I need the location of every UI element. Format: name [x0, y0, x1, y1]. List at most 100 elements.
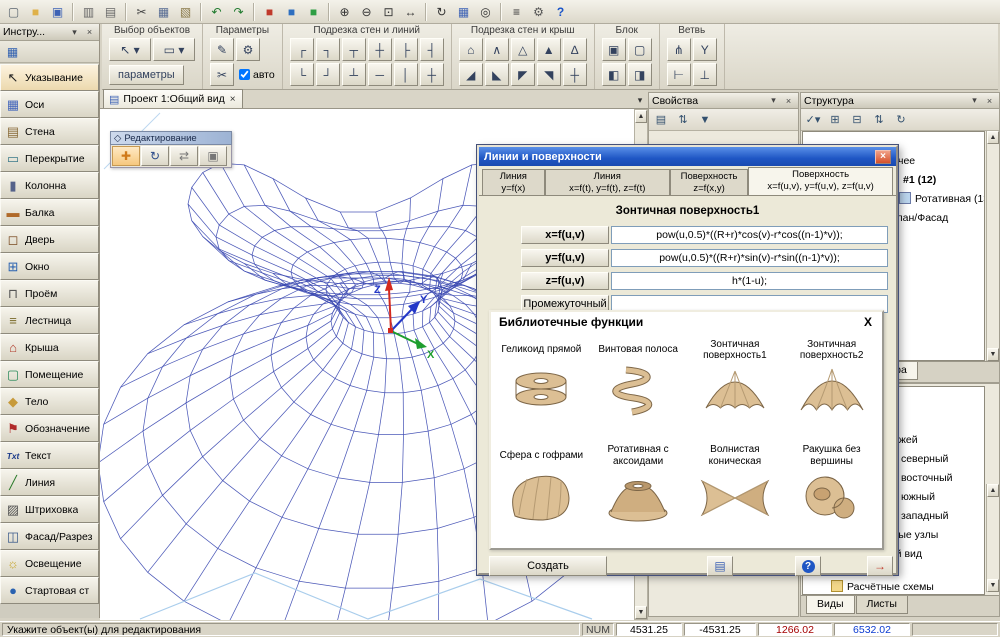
undo-icon[interactable]: ↶: [206, 2, 227, 22]
trim-roofs-button-2[interactable]: ∧: [485, 38, 509, 61]
sidebar-item-column[interactable]: ▮ Колонна: [0, 172, 99, 199]
trim-walls-button-7[interactable]: └: [290, 63, 314, 86]
snap-icon[interactable]: ◎: [475, 2, 496, 22]
exit-button[interactable]: →: [867, 556, 893, 576]
library-item-helicoid[interactable]: Геликоид прямой: [493, 335, 590, 441]
trim-walls-button-1[interactable]: ┌: [290, 38, 314, 61]
dialog-titlebar[interactable]: Линии и поверхности ×: [479, 147, 896, 166]
trim-walls-button-4[interactable]: ┼: [368, 38, 392, 61]
library-item-screw-band[interactable]: Винтовая полоса: [590, 335, 687, 441]
library-item-rotative-axoids[interactable]: Ротативная с аксоидами: [590, 441, 687, 547]
library-close-icon[interactable]: X: [862, 315, 874, 329]
trim-roofs-button-4[interactable]: ▲: [537, 38, 561, 61]
parameters-button[interactable]: параметры: [109, 65, 184, 85]
trim-roofs-button-3[interactable]: △: [511, 38, 535, 61]
select-frame-button[interactable]: ▭ ▾: [153, 38, 195, 61]
layers-icon[interactable]: ≡: [506, 2, 527, 22]
move-button[interactable]: ✚: [112, 146, 140, 166]
trim-walls-button-9[interactable]: ┴: [342, 63, 366, 86]
library-item-wavy-conical[interactable]: Волнистая коническая: [687, 441, 784, 547]
copy-icon[interactable]: ▦: [153, 2, 174, 22]
collapse-all-icon[interactable]: ⊟: [847, 110, 867, 129]
sidebar-item-pointer[interactable]: ↖ Указывание: [0, 64, 99, 91]
sidebar-item-window[interactable]: ⊞ Окно: [0, 253, 99, 280]
sort-az-icon[interactable]: ⇅: [673, 110, 693, 129]
view-tree-item[interactable]: Расчётные схемы: [803, 578, 984, 595]
sidebar-item-door[interactable]: ◻ Дверь: [0, 226, 99, 253]
sidebar-item-stairs[interactable]: ≡ Лестница: [0, 307, 99, 334]
trim-walls-button-10[interactable]: ─: [368, 63, 392, 86]
trim-roofs-button-9[interactable]: ◥: [537, 63, 561, 86]
zoom-in-icon[interactable]: ⊕: [334, 2, 355, 22]
pan-icon[interactable]: ↔: [400, 2, 421, 22]
sidebar-item-axes[interactable]: ▦ Оси: [0, 91, 99, 118]
library-item-umbrella-1[interactable]: Зонтичная поверхность1: [687, 335, 784, 441]
sidebar-item-floor[interactable]: ▭ Перекрытие: [0, 145, 99, 172]
sidebar-item-solid[interactable]: ◆ Тело: [0, 388, 99, 415]
library-item-umbrella-2[interactable]: Зонтичная поверхность2: [783, 335, 880, 441]
green-solid-icon[interactable]: ■: [303, 2, 324, 22]
print-preview-icon[interactable]: ▤: [100, 2, 121, 22]
save-icon[interactable]: ▣: [47, 2, 68, 22]
document-tab[interactable]: ▤ Проект 1:Общий вид ×: [103, 89, 243, 108]
sidebar-item-facade-section[interactable]: ◫ Фасад/Разрез: [0, 523, 99, 550]
trim-roofs-button-6[interactable]: ◢: [459, 63, 483, 86]
formula-label-button[interactable]: y=f(u,v): [521, 249, 609, 267]
panel-menu-icon[interactable]: ▾: [767, 94, 780, 107]
tab-line-parametric[interactable]: Линия x=f(t), y=f(t), z=f(t): [545, 169, 670, 195]
branch-join-button[interactable]: ⊢: [667, 63, 691, 86]
sidebar-item-start-page[interactable]: ● Стартовая ст: [0, 577, 99, 604]
block-create-button[interactable]: ▣: [602, 38, 626, 61]
library-toggle-button[interactable]: ▤: [707, 556, 733, 576]
trim-walls-button-12[interactable]: ┼: [420, 63, 444, 86]
select-object-button[interactable]: ↖ ▾: [109, 38, 151, 61]
trim-walls-button-11[interactable]: │: [394, 63, 418, 86]
trim-scissors-button[interactable]: ✂: [210, 63, 234, 86]
branch-add-button[interactable]: ⋔: [667, 38, 691, 61]
sidebar-item-hatch[interactable]: ▨ Штриховка: [0, 496, 99, 523]
paste-icon[interactable]: ▧: [175, 2, 196, 22]
structure-scrollbar[interactable]: ▲ ▼: [986, 131, 999, 361]
formula-input[interactable]: [611, 226, 888, 244]
panel-close-icon[interactable]: ×: [83, 26, 96, 39]
editing-toolbar-titlebar[interactable]: ◇ Редактирование: [110, 131, 232, 145]
create-button[interactable]: Создать: [489, 556, 607, 576]
auto-checkbox[interactable]: [239, 69, 250, 80]
refresh-icon[interactable]: ↻: [891, 110, 911, 129]
trim-walls-button-2[interactable]: ┐: [316, 38, 340, 61]
trim-roofs-button-1[interactable]: ⌂: [459, 38, 483, 61]
sidebar-item-line[interactable]: ╱ Линия: [0, 469, 99, 496]
library-item-shell[interactable]: Ракушка без вершины: [783, 441, 880, 547]
panel-close-icon[interactable]: ×: [983, 94, 996, 107]
trim-roofs-button-8[interactable]: ◤: [511, 63, 535, 86]
tab-line-yfx[interactable]: Линия y=f(x): [482, 169, 545, 195]
open-folder-icon[interactable]: ■: [25, 2, 46, 22]
settings-icon[interactable]: ⚙: [528, 2, 549, 22]
sidebar-item-annotation[interactable]: ⚑ Обозначение: [0, 415, 99, 442]
formula-input[interactable]: [611, 272, 888, 290]
branch-end-button[interactable]: ⊥: [693, 63, 717, 86]
red-solid-icon[interactable]: ■: [259, 2, 280, 22]
trim-walls-button-8[interactable]: ┘: [316, 63, 340, 86]
grid-icon[interactable]: ▦: [453, 2, 474, 22]
rotate-view-icon[interactable]: ↻: [431, 2, 452, 22]
sidebar-item-wall[interactable]: ▤ Стена: [0, 118, 99, 145]
print-icon[interactable]: ▥: [78, 2, 99, 22]
rotate-button[interactable]: ↻: [141, 146, 169, 166]
expand-all-icon[interactable]: ⊞: [825, 110, 845, 129]
formula-label-button[interactable]: x=f(u,v): [521, 226, 609, 244]
tab-list-dropdown-icon[interactable]: ▾: [632, 92, 648, 108]
panel-close-icon[interactable]: ×: [782, 94, 795, 107]
sidebar-item-beam[interactable]: ▬ Балка: [0, 199, 99, 226]
sidebar-item-roof[interactable]: ⌂ Крыша: [0, 334, 99, 361]
zoom-window-icon[interactable]: ⊡: [378, 2, 399, 22]
mirror-button[interactable]: ⇄: [170, 146, 198, 166]
scroll-down-icon[interactable]: ▼: [635, 606, 647, 619]
trim-roofs-button-10[interactable]: ┼: [563, 63, 587, 86]
library-item-corrugated-sphere[interactable]: Сфера с гофрами: [493, 441, 590, 547]
tool-palette-icon[interactable]: ▦: [2, 42, 23, 62]
views-tab[interactable]: Виды: [806, 596, 855, 614]
copy-object-button[interactable]: ▣: [199, 146, 227, 166]
redo-icon[interactable]: ↷: [228, 2, 249, 22]
views-scrollbar[interactable]: ▲ ▼: [986, 484, 999, 592]
